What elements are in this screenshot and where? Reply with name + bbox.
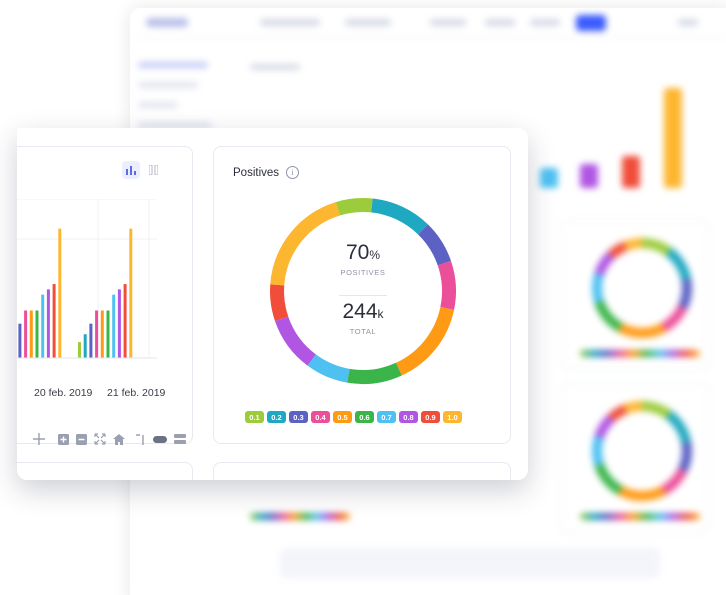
legend-chip[interactable]: 1.0 bbox=[443, 411, 462, 423]
center-divider bbox=[339, 295, 387, 296]
bar bbox=[129, 228, 133, 358]
bar bbox=[24, 310, 28, 358]
donut-center: 70% POSITIVES 244k TOTAL bbox=[265, 193, 461, 389]
legend-chip[interactable]: 0.5 bbox=[333, 411, 352, 423]
screenshot-stage: 20 feb. 2019 21 feb. 2019 Positives i 70… bbox=[0, 0, 726, 595]
total-readout: 244k bbox=[265, 300, 461, 324]
x-axis-tick-label: 21 feb. 2019 bbox=[107, 387, 166, 399]
percent-readout: 70% bbox=[265, 241, 461, 265]
column-icon bbox=[148, 165, 158, 175]
background-banner bbox=[280, 548, 660, 578]
legend-chip[interactable]: 0.4 bbox=[311, 411, 330, 423]
card-title: Positives bbox=[233, 166, 280, 179]
total-unit: k bbox=[377, 307, 384, 321]
lower-card bbox=[17, 462, 193, 480]
bar-chart-icon bbox=[126, 165, 136, 175]
background-nav-item bbox=[530, 19, 560, 26]
zoom-out-icon[interactable] bbox=[76, 433, 87, 445]
bar-chart-card: 20 feb. 2019 21 feb. 2019 bbox=[17, 146, 193, 445]
percent-caption: POSITIVES bbox=[340, 268, 386, 277]
background-nav-item bbox=[485, 19, 515, 26]
background-legend-strip bbox=[580, 513, 700, 520]
hover-closest-icon[interactable] bbox=[153, 435, 167, 443]
percent-unit: % bbox=[369, 248, 381, 262]
total-value: 244 bbox=[342, 300, 378, 323]
bar bbox=[89, 323, 93, 358]
bar-view-button[interactable] bbox=[122, 161, 140, 179]
background-top-bar bbox=[130, 8, 726, 38]
hover-compare-icon[interactable] bbox=[174, 434, 186, 444]
dashboard-panel: 20 feb. 2019 21 feb. 2019 Positives i 70… bbox=[17, 128, 528, 480]
lower-card bbox=[213, 462, 511, 480]
bar bbox=[100, 310, 104, 358]
bar bbox=[83, 334, 87, 358]
background-logo bbox=[146, 18, 188, 27]
legend-chip[interactable]: 0.2 bbox=[267, 411, 286, 423]
score-legend: 0.1 0.2 0.3 0.4 0.5 0.6 0.7 0.8 0.9 1.0 bbox=[245, 411, 462, 423]
percent-value: 70 bbox=[345, 241, 370, 264]
bar bbox=[18, 323, 22, 358]
legend-chip[interactable]: 0.1 bbox=[245, 411, 264, 423]
legend-chip[interactable]: 0.8 bbox=[399, 411, 418, 423]
legend-chip[interactable]: 0.3 bbox=[289, 411, 308, 423]
bar bbox=[95, 310, 99, 358]
chart-toolbar bbox=[17, 433, 186, 445]
bar bbox=[41, 294, 45, 358]
bar bbox=[29, 310, 33, 358]
autoscale-icon[interactable] bbox=[94, 433, 106, 445]
spike-lines-icon[interactable] bbox=[136, 433, 146, 445]
home-icon[interactable] bbox=[113, 433, 125, 445]
bar-chart bbox=[17, 199, 157, 359]
positives-donut: 70% POSITIVES 244k TOTAL bbox=[265, 193, 461, 389]
background-nav-item bbox=[430, 19, 466, 26]
legend-chip[interactable]: 0.9 bbox=[421, 411, 440, 423]
background-heading bbox=[250, 64, 300, 70]
x-axis-tick-label: 20 feb. 2019 bbox=[34, 387, 93, 399]
bar bbox=[58, 228, 62, 358]
background-donut bbox=[592, 238, 692, 338]
positives-header: Positives i bbox=[233, 166, 300, 179]
background-nav-item bbox=[260, 19, 320, 26]
bar bbox=[106, 310, 110, 358]
bar bbox=[123, 284, 127, 358]
bar bbox=[117, 289, 121, 358]
background-bar-chart bbox=[530, 48, 690, 188]
positives-card: Positives i 70% POSITIVES 244k TOTAL 0.1… bbox=[213, 146, 511, 444]
column-view-button[interactable] bbox=[144, 161, 162, 179]
background-nav-item bbox=[345, 19, 391, 26]
background-legend-strip bbox=[250, 513, 350, 520]
total-caption: TOTAL bbox=[349, 327, 377, 336]
legend-chip[interactable]: 0.7 bbox=[377, 411, 396, 423]
background-legend-strip bbox=[580, 350, 700, 357]
background-donut bbox=[592, 401, 692, 501]
bar bbox=[46, 289, 50, 358]
background-nav-item bbox=[678, 19, 698, 26]
bar bbox=[35, 310, 39, 358]
background-primary-button bbox=[576, 15, 606, 31]
zoom-in-icon[interactable] bbox=[58, 433, 69, 445]
chart-view-toggle bbox=[122, 161, 162, 179]
bar bbox=[112, 294, 116, 358]
info-icon[interactable]: i bbox=[286, 166, 300, 179]
move-icon[interactable] bbox=[33, 433, 45, 445]
bar bbox=[78, 342, 81, 358]
bar bbox=[52, 284, 56, 358]
legend-chip[interactable]: 0.6 bbox=[355, 411, 374, 423]
